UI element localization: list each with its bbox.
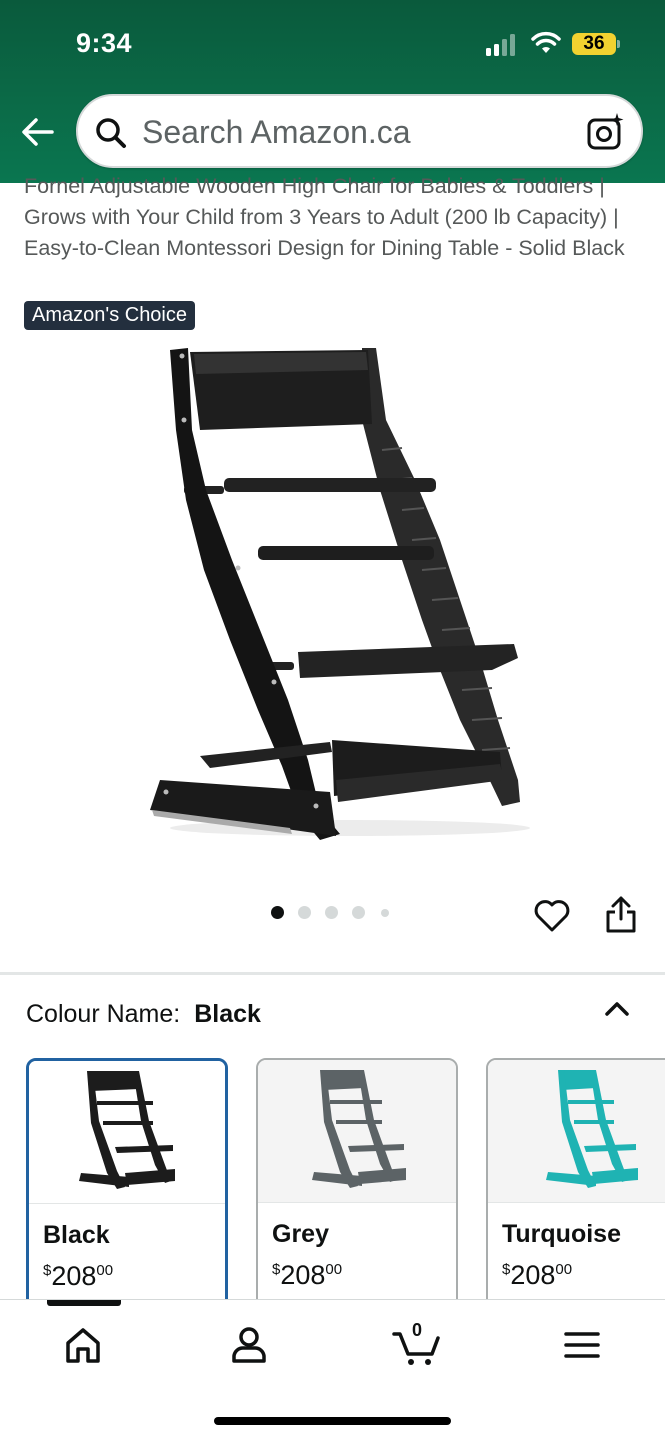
swatch-price: $20800	[502, 1260, 572, 1291]
colour-swatch-turquoise[interactable]: Turquoise $20800	[486, 1058, 665, 1318]
search-icon	[96, 118, 126, 148]
wifi-icon	[531, 31, 561, 53]
heart-icon[interactable]	[533, 897, 571, 935]
cart-button[interactable]: 0	[392, 1320, 442, 1370]
carousel-dot[interactable]	[298, 906, 311, 919]
carousel-dot[interactable]	[352, 906, 365, 919]
price-fraction: 00	[555, 1261, 573, 1278]
colour-name-label: Colour Name: Black	[26, 1000, 261, 1029]
home-indicator-bar	[214, 1417, 451, 1425]
share-icon[interactable]	[603, 895, 639, 935]
carousel-dot[interactable]	[271, 906, 284, 919]
camera-search-icon[interactable]	[586, 112, 626, 152]
swatch-chair-image	[312, 1070, 406, 1188]
colour-label-text: Colour Name:	[26, 1000, 181, 1028]
swatch-chair-image	[546, 1070, 638, 1188]
chevron-up-icon[interactable]	[600, 995, 634, 1023]
swatch-price: $20800	[272, 1260, 342, 1291]
price-whole: 208	[51, 1261, 97, 1291]
carousel-dot[interactable]	[381, 909, 389, 917]
colour-swatch-black[interactable]: Black $20800	[26, 1058, 228, 1318]
account-icon[interactable]	[224, 1320, 274, 1370]
swatch-chair-image	[79, 1071, 175, 1189]
product-title-text: Fornel Adjustable Wooden High Chair for …	[24, 174, 625, 260]
swatch-thumbnail	[29, 1061, 225, 1204]
battery-indicator: 36	[572, 33, 616, 55]
price-fraction: 00	[96, 1262, 114, 1279]
swatch-name: Black	[43, 1221, 110, 1249]
back-arrow-icon[interactable]	[18, 112, 58, 152]
swatch-name: Grey	[272, 1220, 329, 1248]
price-fraction: 00	[325, 1261, 343, 1278]
menu-icon[interactable]	[557, 1320, 607, 1370]
swatch-name: Turquoise	[502, 1220, 621, 1248]
active-tab-indicator	[47, 1300, 121, 1306]
swatch-price: $20800	[43, 1261, 113, 1292]
colour-swatch-grey[interactable]: Grey $20800	[256, 1058, 458, 1318]
battery-tip	[617, 40, 620, 48]
swatch-thumbnail	[488, 1060, 665, 1203]
colour-selected-value: Black	[194, 1000, 261, 1028]
price-whole: 208	[280, 1260, 326, 1290]
amazons-choice-badge: Amazon's Choice	[24, 301, 195, 330]
search-input[interactable]	[142, 110, 572, 154]
product-image[interactable]	[140, 340, 530, 850]
cart-count: 0	[411, 1320, 422, 1340]
price-whole: 208	[510, 1260, 556, 1290]
carousel-dot[interactable]	[325, 906, 338, 919]
app-header: 9:34 36	[0, 0, 665, 183]
swatch-thumbnail	[258, 1060, 456, 1203]
product-title: Fornel Adjustable Wooden High Chair for …	[24, 170, 634, 294]
cellular-signal-icon	[486, 34, 520, 56]
section-divider	[0, 972, 665, 975]
home-icon[interactable]	[58, 1320, 108, 1370]
search-bar[interactable]	[76, 94, 643, 168]
status-time: 9:34	[76, 28, 133, 58]
